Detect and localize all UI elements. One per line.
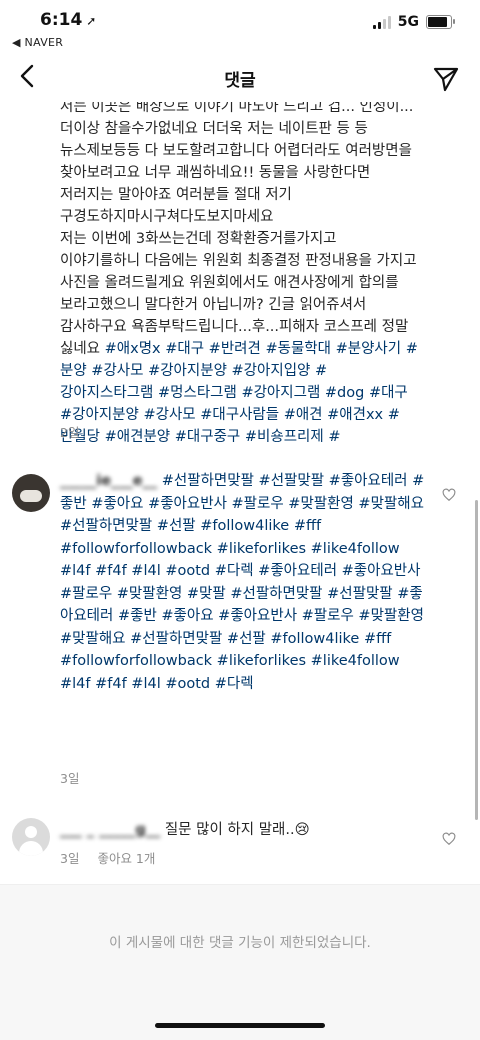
status-time: 6:14 ➚	[40, 10, 97, 30]
heart-outline-icon[interactable]	[442, 488, 456, 502]
comment-2-time: 3일	[60, 771, 80, 786]
status-indicators: 5G	[372, 14, 455, 30]
comment-3-text: 질문 많이 하지 말래..😢	[164, 822, 310, 838]
comment-1-paragraph-1: 저는 이곳은 배상으로 이야기 마노아 드리고 겁... 인성이... 더이상 …	[60, 102, 414, 225]
comment-3-meta: 3일 좋아요 1개	[60, 848, 155, 867]
avatar[interactable]	[12, 818, 50, 856]
comment-2: _____ie___e__ #선팔하면맞팔 #선팔맞팔 #좋아요테러 #좋반 #…	[0, 462, 480, 792]
location-arrow-icon: ➚	[86, 14, 97, 28]
signal-icon	[372, 15, 391, 29]
comment-2-hashtags[interactable]: #선팔하면맞팔 #선팔맞팔 #좋아요테러 #좋반 #좋아요 #좋아요반사 #팔로…	[60, 473, 424, 692]
comment-1: 저는 이곳은 배상으로 이야기 마노아 드리고 겁... 인성이... 더이상 …	[0, 102, 480, 442]
battery-icon	[426, 15, 455, 29]
scrollbar[interactable]	[475, 500, 478, 820]
comment-1-time: 2일	[60, 425, 80, 440]
comment-3-username[interactable]: ___ _ _____g__	[60, 822, 160, 838]
back-to-app-link[interactable]: ◀ NAVER	[12, 36, 63, 49]
comment-1-hashtags[interactable]: #애x명x #대구 #반려견 #동물학대 #분양사기 #분양 #강사모 #강아지…	[60, 341, 418, 442]
comment-1-body: 저는 이곳은 배상으로 이야기 마노아 드리고 겁... 인성이... 더이상 …	[60, 102, 420, 442]
heart-outline-icon[interactable]	[442, 832, 456, 846]
send-direct-icon[interactable]	[432, 64, 460, 92]
comment-3-likes[interactable]: 좋아요 1개	[97, 848, 155, 867]
comments-header: 댓글	[0, 52, 480, 102]
status-bar: 6:14 ➚ ◀ NAVER 5G	[0, 0, 480, 52]
comment-2-username[interactable]: _____ie___e__	[60, 473, 157, 489]
comment-3-body: ___ _ _____g__ 질문 많이 하지 말래..😢	[60, 818, 310, 839]
network-label: 5G	[397, 14, 419, 30]
page-title: 댓글	[224, 71, 256, 91]
comment-3: ___ _ _____g__ 질문 많이 하지 말래..😢 3일 좋아요 1개	[0, 810, 480, 870]
comment-3-time: 3일	[60, 851, 80, 866]
comment-footer: 이 게시물에 대한 댓글 기능이 제한되었습니다.	[0, 884, 480, 1040]
comment-2-body: _____ie___e__ #선팔하면맞팔 #선팔맞팔 #좋아요테러 #좋반 #…	[60, 470, 430, 695]
comments-restricted-notice: 이 게시물에 대한 댓글 기능이 제한되었습니다.	[109, 935, 371, 951]
avatar[interactable]	[12, 474, 50, 512]
home-indicator[interactable]	[155, 1023, 325, 1028]
comment-1-paragraph-2: 저는 이번에 3화쓰는건데 정확환증거를가지고 이야기를하니 다음에는 위원회 …	[60, 228, 420, 442]
